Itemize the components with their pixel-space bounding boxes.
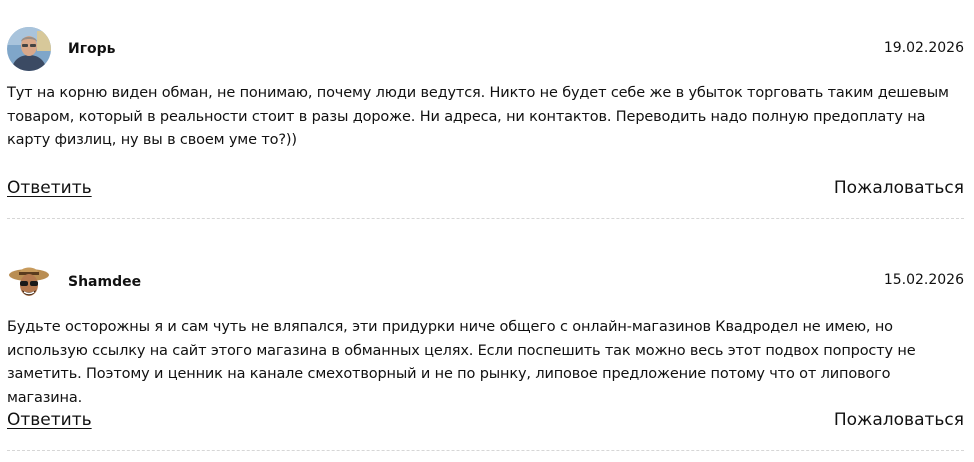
- reply-link[interactable]: Ответить: [7, 410, 92, 430]
- comment-date: 19.02.2026: [883, 40, 964, 56]
- report-link[interactable]: Пожаловаться: [834, 178, 964, 198]
- comment-item: Игорь 19.02.2026 Тут на корню виден обма…: [7, 0, 964, 219]
- comment-author: Shamdee: [68, 274, 142, 290]
- divider: [7, 218, 964, 219]
- comment-author: Игорь: [68, 41, 116, 57]
- divider: [7, 450, 964, 451]
- comment-actions: Ответить Пожаловаться: [7, 410, 964, 434]
- avatar: [7, 259, 51, 303]
- comment-item: Shamdee 15.02.2026 Будьте осторожны я и …: [7, 232, 964, 451]
- comment-text: Будьте осторожны я и сам чуть не вляпалс…: [7, 319, 916, 406]
- avatar: [7, 27, 51, 71]
- user-photo-icon: [7, 27, 51, 71]
- report-link[interactable]: Пожаловаться: [834, 410, 964, 430]
- comments-list: Игорь 19.02.2026 Тут на корню виден обма…: [0, 0, 974, 462]
- reply-link[interactable]: Ответить: [7, 178, 92, 198]
- comment-date: 15.02.2026: [883, 272, 964, 288]
- comment-actions: Ответить Пожаловаться: [7, 178, 964, 202]
- comment-text: Тут на корню виден обман, не понимаю, по…: [7, 85, 949, 148]
- user-photo-icon: [7, 259, 51, 303]
